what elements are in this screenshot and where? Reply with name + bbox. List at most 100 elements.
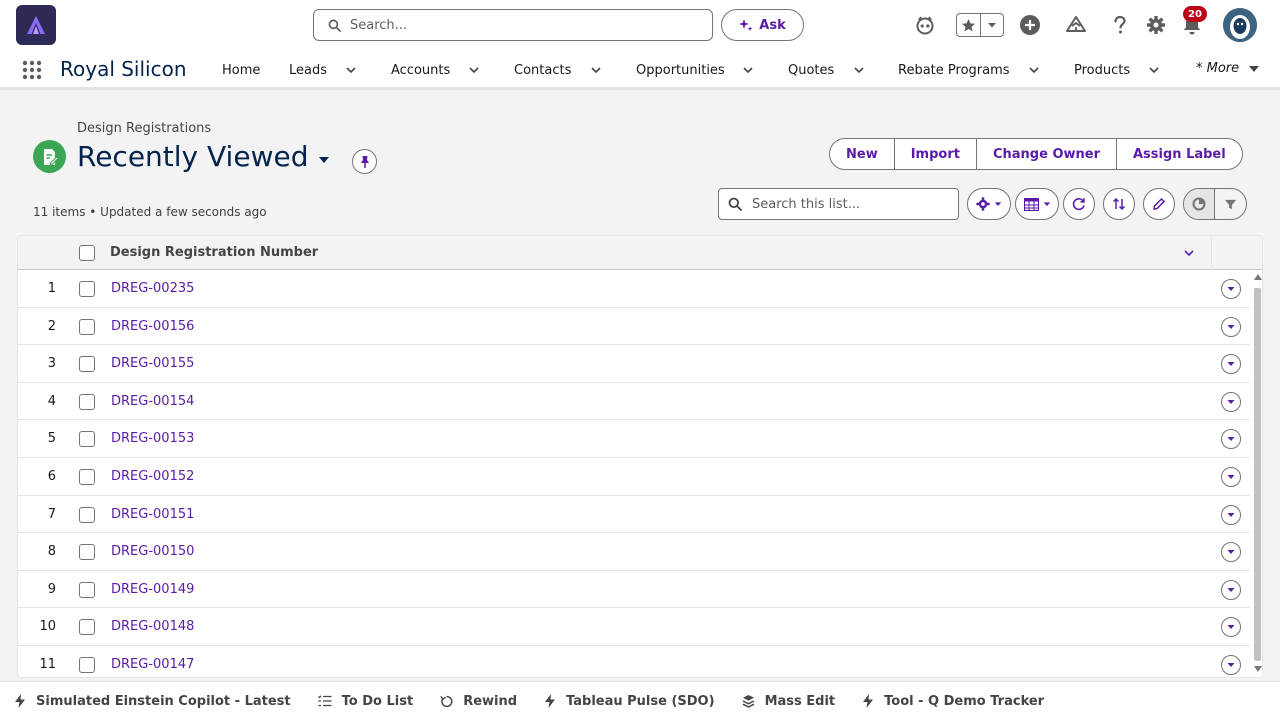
row-checkbox[interactable] xyxy=(79,393,95,410)
sort-button[interactable] xyxy=(1103,188,1135,220)
einstein-assistant-button[interactable] xyxy=(913,13,937,37)
column-header-design-registration-number[interactable]: Design Registration Number xyxy=(110,245,318,260)
row-actions-button[interactable] xyxy=(1221,391,1241,412)
row-checkbox[interactable] xyxy=(79,581,95,598)
record-link[interactable]: DREG-00147 xyxy=(111,657,194,672)
row-checkbox[interactable] xyxy=(79,619,95,636)
row-checkbox[interactable] xyxy=(79,544,95,561)
nav-item-label: Contacts xyxy=(514,62,572,78)
record-link[interactable]: DREG-00151 xyxy=(111,507,194,522)
row-actions-button[interactable] xyxy=(1221,579,1241,600)
record-link[interactable]: DREG-00148 xyxy=(111,619,194,634)
row-checkbox[interactable] xyxy=(79,318,95,335)
import-button[interactable]: Import xyxy=(893,139,976,169)
chevron-down-icon xyxy=(591,67,601,74)
change-owner-button[interactable]: Change Owner xyxy=(975,139,1116,169)
nav-item-leads[interactable]: Leads xyxy=(289,61,327,79)
refresh-button[interactable] xyxy=(1063,188,1095,220)
record-link[interactable]: DREG-00235 xyxy=(111,281,194,296)
row-checkbox[interactable] xyxy=(79,281,95,297)
record-link[interactable]: DREG-00152 xyxy=(111,469,194,484)
nav-item-rebate-programs[interactable]: Rebate Programs xyxy=(898,61,1010,79)
utility-item-mass-edit[interactable]: Mass Edit xyxy=(742,694,835,709)
list-search-input[interactable]: Search this list... xyxy=(718,188,959,220)
row-actions-button[interactable] xyxy=(1221,354,1241,375)
row-number: 11 xyxy=(39,657,56,672)
search-icon xyxy=(328,19,341,32)
record-link[interactable]: DREG-00150 xyxy=(111,544,194,559)
app-launcher-button[interactable] xyxy=(22,60,42,80)
sort-icon xyxy=(1112,197,1126,211)
record-link[interactable]: DREG-00155 xyxy=(111,356,194,371)
scroll-down-arrow-icon[interactable] xyxy=(1254,666,1262,672)
utility-item-to-do-list[interactable]: To Do List xyxy=(317,694,413,709)
user-avatar[interactable] xyxy=(1223,8,1257,42)
row-actions-button[interactable] xyxy=(1221,279,1241,299)
list-view-picker-button[interactable] xyxy=(316,152,332,168)
row-checkbox[interactable] xyxy=(79,356,95,373)
nav-quotes-menu-button[interactable] xyxy=(851,62,867,78)
row-actions-button[interactable] xyxy=(1221,316,1241,337)
scroll-up-arrow-icon[interactable] xyxy=(1254,274,1262,280)
nav-more-label: * More xyxy=(1196,61,1240,76)
nav-item-quotes[interactable]: Quotes xyxy=(788,61,834,79)
row-checkbox[interactable] xyxy=(79,469,95,485)
show-charts-button[interactable] xyxy=(1184,189,1216,219)
inline-edit-button[interactable] xyxy=(1143,188,1175,220)
row-actions-button[interactable] xyxy=(1221,655,1241,675)
utility-item-rewind[interactable]: Rewind xyxy=(440,694,517,709)
column-actions-button[interactable] xyxy=(1181,245,1197,261)
show-filters-button[interactable] xyxy=(1215,189,1246,219)
list-meta-info: 11 items • Updated a few seconds ago xyxy=(33,205,267,219)
row-actions-button[interactable] xyxy=(1221,504,1241,525)
nav-contacts-menu-button[interactable] xyxy=(588,62,604,78)
row-checkbox[interactable] xyxy=(79,657,95,673)
row-actions-button[interactable] xyxy=(1221,429,1241,450)
new-button[interactable]: New xyxy=(830,139,894,169)
nav-item-contacts[interactable]: Contacts xyxy=(514,61,571,79)
utility-item-label: Tool - Q Demo Tracker xyxy=(884,693,1045,709)
pin-list-view-button[interactable] xyxy=(352,149,377,174)
row-actions-button[interactable] xyxy=(1221,617,1241,638)
nav-accounts-menu-button[interactable] xyxy=(466,62,482,78)
utility-item-tableau-pulse[interactable]: Tableau Pulse (SDO) xyxy=(544,694,715,709)
scrollbar-thumb[interactable] xyxy=(1254,288,1261,661)
nav-opportunities-menu-button[interactable] xyxy=(740,62,756,78)
row-actions-button[interactable] xyxy=(1221,542,1241,563)
help-button[interactable] xyxy=(1108,13,1132,37)
table-row: 8 DREG-00150 xyxy=(18,533,1250,571)
list-view-controls-button[interactable] xyxy=(967,188,1011,220)
nav-products-menu-button[interactable] xyxy=(1146,62,1162,78)
trailhead-button[interactable] xyxy=(1064,13,1088,37)
row-actions-button[interactable] xyxy=(1221,467,1241,487)
row-checkbox[interactable] xyxy=(79,431,95,448)
nav-leads-menu-button[interactable] xyxy=(343,62,359,78)
table-row: 7 DREG-00151 xyxy=(18,496,1250,534)
table-scrollbar[interactable] xyxy=(1251,270,1262,677)
utility-item-einstein-copilot[interactable]: Simulated Einstein Copilot - Latest xyxy=(14,694,291,709)
display-as-table-button[interactable] xyxy=(1015,188,1059,220)
record-link[interactable]: DREG-00154 xyxy=(111,394,194,409)
nav-item-products[interactable]: Products xyxy=(1074,61,1130,79)
nav-item-home[interactable]: Home xyxy=(222,61,260,79)
gear-icon xyxy=(1147,16,1165,34)
favorites-star-button[interactable] xyxy=(957,14,980,36)
app-name: Royal Silicon xyxy=(60,57,187,81)
setup-button[interactable] xyxy=(1144,13,1168,37)
nav-rebate-programs-menu-button[interactable] xyxy=(1026,62,1042,78)
record-link[interactable]: DREG-00149 xyxy=(111,582,194,597)
record-link[interactable]: DREG-00156 xyxy=(111,319,194,334)
ask-button[interactable]: Ask xyxy=(721,9,804,41)
global-create-button[interactable] xyxy=(1018,13,1042,37)
nav-item-opportunities[interactable]: Opportunities xyxy=(636,61,725,79)
nav-item-accounts[interactable]: Accounts xyxy=(391,61,450,79)
global-search-input[interactable]: Search... xyxy=(313,9,713,41)
assign-label-button[interactable]: Assign Label xyxy=(1115,139,1242,169)
row-checkbox[interactable] xyxy=(79,506,95,523)
select-all-checkbox[interactable] xyxy=(79,245,95,261)
utility-item-q-demo-tracker[interactable]: Tool - Q Demo Tracker xyxy=(862,694,1044,709)
nav-more-button[interactable]: * More xyxy=(1196,61,1260,76)
record-link[interactable]: DREG-00153 xyxy=(111,431,194,446)
favorites-list-button[interactable] xyxy=(979,14,1003,36)
app-logo[interactable] xyxy=(16,5,56,45)
